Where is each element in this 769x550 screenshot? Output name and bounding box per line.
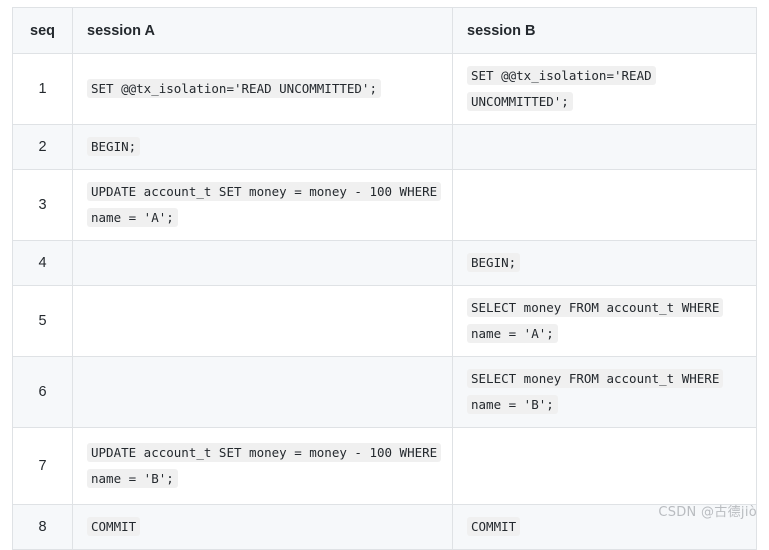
row-2-session-a-cell: BEGIN; [72,124,453,170]
row-seq-6: 6 [12,356,73,428]
sql-code-snippet: COMMIT [467,517,521,536]
row-5-session-a-cell [72,285,453,357]
sql-code-snippet: COMMIT [87,517,141,536]
row-seq-5: 5 [12,285,73,357]
sql-code-snippet: SET @@tx_isolation='READ UNCOMMITTED'; [467,66,656,111]
row-4-session-a-cell [72,240,453,286]
column-header-seq: seq [12,7,73,54]
row-3-session-b-cell [452,169,757,241]
row-1-session-a-cell: SET @@tx_isolation='READ UNCOMMITTED'; [72,53,453,125]
row-seq-4: 4 [12,240,73,286]
row-seq-8: 8 [12,504,73,550]
sql-code-snippet: UPDATE account_t SET money = money - 100… [87,182,442,227]
table-row: 3 UPDATE account_t SET money = money - 1… [12,169,757,241]
table-row: 5 SELECT money FROM account_t WHERE name… [12,285,757,357]
table-row: 4 BEGIN; [12,240,757,286]
row-seq-1: 1 [12,53,73,125]
transaction-isolation-table: seq session A session B 1 SET @@tx_isola… [12,7,757,550]
table-header: seq session A session B [12,7,757,54]
row-6-session-b-cell: SELECT money FROM account_t WHERE name =… [452,356,757,428]
table-row: 6 SELECT money FROM account_t WHERE name… [12,356,757,428]
table-row: 1 SET @@tx_isolation='READ UNCOMMITTED';… [12,53,757,125]
row-1-session-b-cell: SET @@tx_isolation='READ UNCOMMITTED'; [452,53,757,125]
isolation-level-table-container: seq session A session B 1 SET @@tx_isola… [12,7,757,550]
sql-code-snippet: SELECT money FROM account_t WHERE name =… [467,369,724,414]
sql-code-snippet: SET @@tx_isolation='READ UNCOMMITTED'; [87,79,381,98]
table-row: 7 UPDATE account_t SET money = money - 1… [12,427,757,505]
row-4-session-b-cell: BEGIN; [452,240,757,286]
column-header-session-a: session A [72,7,453,54]
row-seq-7: 7 [12,427,73,505]
column-header-session-b: session B [452,7,757,54]
row-seq-2: 2 [12,124,73,170]
row-8-session-a-cell: COMMIT [72,504,453,550]
row-7-session-b-cell [452,427,757,505]
table-row: 2 BEGIN; [12,124,757,170]
row-7-session-a-cell: UPDATE account_t SET money = money - 100… [72,427,453,505]
row-6-session-a-cell [72,356,453,428]
row-5-session-b-cell: SELECT money FROM account_t WHERE name =… [452,285,757,357]
sql-code-snippet: BEGIN; [87,137,141,156]
sql-code-snippet: SELECT money FROM account_t WHERE name =… [467,298,724,343]
row-8-session-b-cell: COMMIT [452,504,757,550]
sql-code-snippet: UPDATE account_t SET money = money - 100… [87,443,442,488]
table-body: 1 SET @@tx_isolation='READ UNCOMMITTED';… [12,53,757,550]
sql-code-snippet: BEGIN; [467,253,521,272]
table-row: 8 COMMIT COMMIT [12,504,757,550]
row-2-session-b-cell [452,124,757,170]
row-seq-3: 3 [12,169,73,241]
row-3-session-a-cell: UPDATE account_t SET money = money - 100… [72,169,453,241]
table-header-row: seq session A session B [12,7,757,54]
